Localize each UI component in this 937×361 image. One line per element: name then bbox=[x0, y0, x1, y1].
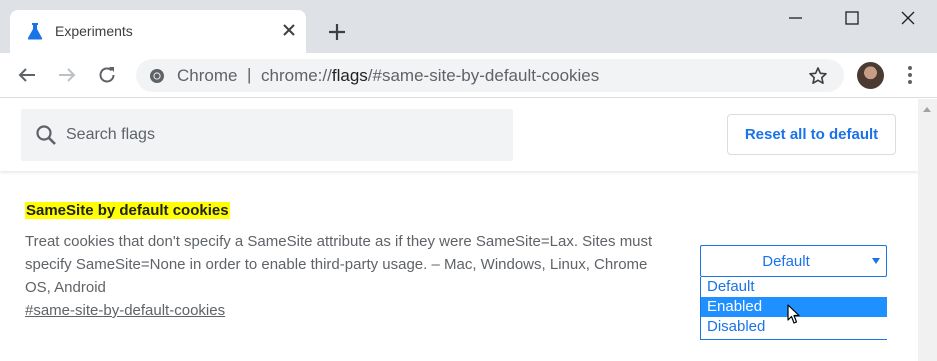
browser-toolbar: Chrome | chrome://flags/#same-site-by-de… bbox=[0, 53, 937, 98]
url-host: flags bbox=[331, 66, 368, 85]
search-box[interactable] bbox=[21, 109, 513, 161]
close-tab-icon[interactable] bbox=[280, 21, 298, 39]
maximize-icon[interactable] bbox=[838, 6, 866, 30]
scroll-up-arrow-icon[interactable] bbox=[922, 105, 932, 113]
omnibox[interactable]: Chrome | chrome://flags/#same-site-by-de… bbox=[136, 59, 844, 92]
flag-state-select[interactable]: Default bbox=[700, 245, 887, 277]
tab-strip: Experiments bbox=[0, 0, 937, 53]
tab-title: Experiments bbox=[55, 23, 133, 39]
reload-icon[interactable] bbox=[96, 64, 118, 86]
url-path: /#same-site-by-default-cookies bbox=[367, 66, 600, 85]
flag-title: SameSite by default cookies bbox=[25, 202, 230, 219]
kebab-menu-icon[interactable] bbox=[900, 64, 920, 86]
search-icon bbox=[36, 125, 56, 145]
minimize-icon[interactable] bbox=[781, 6, 809, 30]
omnibox-separator: | bbox=[247, 65, 252, 84]
flags-page: Reset all to default SameSite by default… bbox=[0, 99, 918, 361]
new-tab-icon[interactable] bbox=[326, 21, 348, 43]
flag-description: Treat cookies that don't specify a SameS… bbox=[25, 233, 653, 296]
url-text: chrome://flags/#same-site-by-default-coo… bbox=[261, 66, 599, 86]
site-chip: Chrome bbox=[177, 66, 238, 85]
flag-permalink[interactable]: #same-site-by-default-cookies bbox=[25, 302, 225, 319]
select-value: Default bbox=[762, 253, 810, 270]
profile-avatar[interactable] bbox=[857, 62, 884, 89]
vertical-scrollbar[interactable] bbox=[918, 99, 937, 361]
reset-all-button[interactable]: Reset all to default bbox=[727, 114, 896, 155]
tab-experiments[interactable]: Experiments bbox=[10, 10, 306, 53]
forward-arrow-icon[interactable] bbox=[56, 64, 78, 86]
flags-header: Reset all to default bbox=[0, 99, 918, 171]
dropdown-arrow-icon bbox=[872, 258, 880, 264]
close-window-icon[interactable] bbox=[894, 6, 922, 30]
back-arrow-icon[interactable] bbox=[16, 64, 38, 86]
chrome-icon bbox=[150, 69, 164, 83]
bookmark-star-icon[interactable] bbox=[808, 66, 828, 86]
search-input[interactable] bbox=[66, 123, 496, 147]
mouse-pointer-icon bbox=[787, 304, 800, 324]
option-default[interactable]: Default bbox=[701, 277, 887, 297]
flask-icon bbox=[27, 23, 43, 40]
url-scheme: chrome:// bbox=[261, 66, 332, 85]
